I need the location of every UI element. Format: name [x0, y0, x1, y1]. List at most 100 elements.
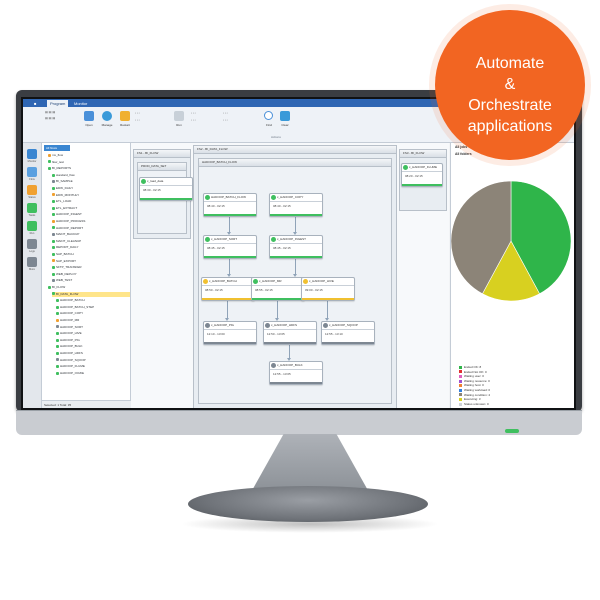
tree-item[interactable]: HADOOP_SORT	[56, 325, 130, 330]
tree-item-label: mx_flow	[52, 153, 64, 157]
tree-item[interactable]: BI_REPORTS	[48, 166, 130, 171]
tree-item[interactable]: WEB_TEST	[52, 278, 130, 283]
tree-item[interactable]: HADOOP_BATCH	[56, 298, 130, 303]
folder-icon	[52, 265, 55, 269]
job-node[interactable]: c_HADOOP_HIVE 09:00 - 02:15	[301, 277, 355, 301]
job-node[interactable]: c_HADOOP_SORT 08:45 - 02:15	[203, 235, 257, 259]
job-node[interactable]: c_load_data 08:30 - 02:15	[139, 177, 193, 201]
tree-item[interactable]: BI_SAMPLE	[52, 179, 130, 184]
flow-container-title: FS1 - BI_FLOW	[134, 150, 190, 158]
tree-item-label: WEB_DEPLOY	[56, 271, 77, 276]
job-node[interactable]: c_HADOOP_INGEST 08:45 - 02:15	[269, 235, 323, 259]
tree-item[interactable]: flow_test	[48, 160, 130, 165]
tree-item[interactable]: SAP_EXPORT	[52, 259, 130, 264]
ribbon-small-control[interactable]: ▫ ▫ ▫	[223, 111, 228, 115]
tree-item[interactable]: HADOOP_BULK	[56, 344, 130, 349]
find-button[interactable]: Find	[261, 111, 277, 133]
job-node[interactable]: c_HADOOP_SQOOP 12:55 - 13:10	[321, 321, 375, 345]
manage-button[interactable]: Manage	[99, 111, 115, 133]
tree-item-label: HADOOP_OOZIE	[60, 370, 85, 375]
ribbon-small-control[interactable]: ▫ ▫ ▫	[223, 118, 228, 122]
status-icon[interactable]	[27, 185, 37, 195]
run-button[interactable]: Run	[171, 111, 187, 133]
tree-item[interactable]: SAP_BATCH	[52, 252, 130, 257]
tree-item[interactable]: HADOOP_OOZIE	[56, 371, 130, 376]
tree-item-label: HADOOP_BULK	[60, 344, 83, 349]
tree-item[interactable]: HADOOP_FLUME	[56, 364, 130, 369]
tree-item[interactable]: standard_flow	[52, 173, 130, 178]
legend-label: Ended Not OK: 0	[464, 369, 487, 374]
flow-container-title: FS2 - BI_DATA_FLOW	[194, 146, 396, 154]
tree-item[interactable]: mx_flow	[48, 153, 130, 158]
job-node[interactable]: c_HADOOP_COPY 08:40 - 02:15	[269, 193, 323, 217]
ribbon-small-control[interactable]: ▫ ▫ ▫	[135, 111, 140, 115]
tree-item[interactable]: ETL_EXTRACT	[52, 206, 130, 211]
status-pie-chart	[451, 180, 572, 302]
job-node-time: 08:55 - 02:15	[255, 288, 273, 292]
tree-item-label: HADOOP_HDFS	[60, 351, 83, 355]
clear-button[interactable]: Clear	[277, 111, 293, 133]
job-status-bar	[270, 256, 322, 258]
job-node[interactable]: c_HADOOP_PIG 12:10 - 13:00	[203, 321, 257, 345]
legend-swatch	[459, 402, 462, 406]
legend-swatch	[459, 384, 462, 388]
tree-item[interactable]: EDW_MONTHLY	[52, 193, 130, 198]
tree-item[interactable]: HADOOP_SQOOP	[56, 358, 130, 363]
monitor-chin	[16, 410, 582, 435]
logs-icon[interactable]	[27, 239, 37, 249]
flow-canvas: FS1 - BI_FLOW PROD_DATA_SET FS2 - BI_DAT…	[131, 143, 449, 408]
ribbon-small-control[interactable]: ▤ ▤ ▤	[45, 116, 55, 120]
ribbon-small-control[interactable]: ▫ ▫ ▫	[191, 111, 196, 115]
tree-item[interactable]: BI_DATA_FLOW	[52, 291, 130, 297]
tree-item[interactable]: SFTP_TRANSFER	[52, 265, 130, 270]
folder-icon	[52, 246, 55, 250]
tree-item[interactable]: EDW_DAILY	[52, 186, 130, 191]
job-node[interactable]: c_HADOOP_MR 08:55 - 02:15	[251, 277, 305, 301]
job-node[interactable]: HADOOP_BATCH_FLOW 08:40 - 02:15	[203, 193, 257, 217]
ribbon-small-control[interactable]: ▫ ▫ ▫	[135, 118, 140, 122]
ribbon-small-control[interactable]: ▤ ▤ ▤	[45, 110, 55, 114]
job-node[interactable]: c_HADOOP_BATCH 08:50 - 02:15	[201, 277, 255, 301]
tree-item[interactable]: HADOOP_BATCH_STEP	[56, 305, 130, 310]
ribbon-tab-app[interactable]: ■	[31, 100, 39, 107]
badge-line: &	[504, 76, 516, 93]
job-node[interactable]: c_HADOOP_HDFS 12:50 - 13:05	[263, 321, 317, 345]
job-node[interactable]: c_HADOOP_BULK 12:55 - 13:05	[269, 361, 323, 385]
tasks-icon[interactable]	[27, 203, 37, 213]
tree-item[interactable]: HADOOP_HDFS	[56, 351, 130, 356]
legend-label: Waiting user: 0	[464, 374, 484, 379]
folder-icon	[52, 252, 55, 256]
tree-tab[interactable]: All flows	[44, 145, 70, 151]
flow-icon[interactable]	[27, 167, 37, 177]
open-button[interactable]: Open	[81, 111, 97, 133]
more-icon[interactable]	[27, 257, 37, 267]
ribbon-tab-program[interactable]: Program	[47, 100, 69, 107]
job-node[interactable]: c_HADOOP_FLUME 08:20 - 02:15	[401, 163, 443, 187]
tree-item-label: EDW_MONTHLY	[56, 192, 80, 197]
job-node-title: c_HADOOP_PIG	[204, 322, 256, 330]
tree-item[interactable]: HADOOP_COPY	[56, 311, 130, 316]
folder-icon	[48, 160, 51, 164]
tree-item[interactable]: HADOOP_PROCESS	[52, 219, 130, 224]
folder-icon	[52, 219, 55, 223]
tree-item[interactable]: HADOOP_REPORT	[52, 226, 130, 231]
run-icon[interactable]	[27, 221, 37, 231]
job-status-bar	[204, 214, 256, 216]
tree-item-label: HADOOP_REPORT	[56, 225, 84, 230]
tree-item[interactable]: REPORT_DAILY	[52, 245, 130, 250]
tree-item[interactable]: HADOOP_INGEST	[52, 212, 130, 217]
tree-item[interactable]: MAINT_BACKUP	[52, 232, 130, 237]
folder-icon	[56, 325, 59, 329]
tree-item[interactable]: HADOOP_HIVE	[56, 331, 130, 336]
tree-item[interactable]: WEB_DEPLOY	[52, 272, 130, 277]
ribbon-small-control[interactable]: ▫ ▫ ▫	[191, 118, 196, 122]
tree-item[interactable]: ETL_LOAD	[52, 199, 130, 204]
ribbon-tab-monitor[interactable]: Monitor	[71, 100, 90, 107]
tree-item[interactable]: HADOOP_PIG	[56, 338, 130, 343]
tree-item[interactable]: MAINT_CLEANUP	[52, 239, 130, 244]
restart-button[interactable]: Restart	[117, 111, 133, 133]
folder-icon	[52, 272, 55, 276]
monitor-icon[interactable]	[27, 149, 37, 159]
tree-item[interactable]: HADOOP_MR	[56, 318, 130, 323]
tree-item[interactable]: BI_FLOW	[48, 285, 130, 290]
